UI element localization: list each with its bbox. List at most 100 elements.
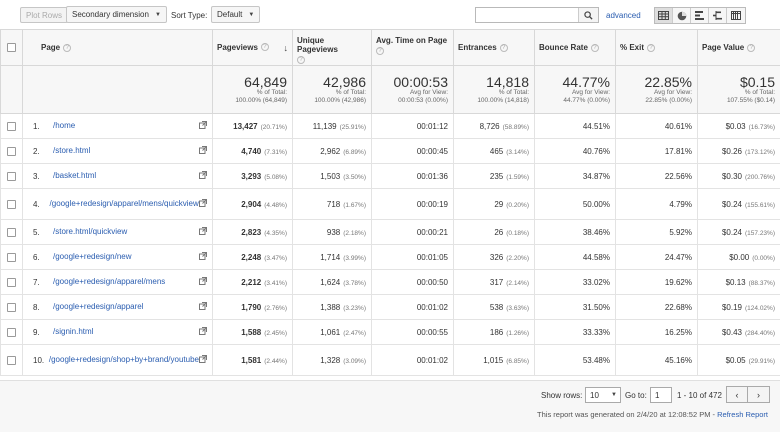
bounce-rate-value: 34.87% — [582, 171, 610, 181]
page-cell: 5. /store.html/quickview — [22, 219, 213, 245]
unique-pageviews-value: 1,624 — [320, 277, 341, 287]
exit-cell: 16.25% — [615, 319, 698, 345]
column-header-bounce-rate[interactable]: Bounce Rate? — [534, 29, 616, 66]
external-link-icon[interactable] — [199, 199, 207, 209]
next-page-button[interactable]: › — [748, 386, 770, 403]
advanced-filter-link[interactable]: advanced — [606, 11, 641, 20]
plot-rows-button[interactable]: Plot Rows — [20, 7, 69, 23]
page-value-percent: (173.12%) — [745, 148, 775, 156]
entrances-value: 326 — [489, 252, 504, 262]
unique-pageviews-value: 11,139 — [312, 121, 337, 131]
external-link-icon[interactable] — [197, 327, 207, 337]
row-checkbox[interactable] — [7, 171, 16, 181]
page-link[interactable]: /store.html/quickview — [53, 227, 197, 237]
page-value-value: $0.30 — [721, 171, 742, 181]
search-button[interactable] — [578, 8, 598, 22]
header-label: Unique Pageviews — [297, 36, 338, 54]
column-header-exit[interactable]: % Exit? — [615, 29, 698, 66]
page-link[interactable]: /store.html — [53, 146, 197, 156]
total-bounce-rate-cell: 44.77% Avg for View: 44.77% (0.00%) — [534, 65, 616, 114]
search-input[interactable] — [476, 8, 576, 22]
row-checkbox[interactable] — [7, 146, 16, 156]
external-link-icon[interactable] — [197, 227, 207, 237]
exit-cell: 40.61% — [615, 113, 698, 139]
total-caption: 100.00% (64,849) — [235, 96, 287, 104]
sort-type-dropdown[interactable]: Default ▼ — [211, 6, 261, 23]
page-link[interactable]: /basket.html — [53, 171, 197, 181]
goto-value: 1 — [655, 391, 660, 400]
goto-input[interactable]: 1 — [650, 387, 672, 403]
column-header-pageviews[interactable]: Pageviews? ↓ — [212, 29, 293, 66]
header-label: % Exit — [620, 43, 645, 52]
page-link[interactable]: /signin.html — [53, 327, 197, 337]
comparison-icon[interactable] — [709, 8, 727, 23]
page-link[interactable]: /google+redesign/new — [53, 252, 197, 262]
pageviews-cell: 1,790 (2.76%) — [212, 294, 293, 320]
unique-pageviews-percent: (1.67%) — [343, 201, 366, 209]
page-value-cell: $0.30 (200.76%) — [697, 163, 780, 189]
bounce-rate-value: 40.76% — [582, 146, 610, 156]
external-link-icon[interactable] — [197, 146, 207, 156]
unique-pageviews-cell: 2,962 (6.89%) — [292, 138, 372, 164]
help-icon[interactable]: ? — [647, 43, 656, 52]
row-checkbox[interactable] — [7, 327, 16, 337]
help-icon[interactable]: ? — [376, 47, 384, 55]
column-header-page[interactable]: Page? — [22, 29, 213, 66]
row-checkbox[interactable] — [7, 227, 16, 237]
page-link[interactable]: /google+redesign/apparel — [53, 302, 197, 312]
page-link[interactable]: /home — [53, 121, 197, 131]
chevron-down-icon: ▼ — [154, 11, 161, 18]
help-icon[interactable]: ? — [747, 43, 756, 52]
entrances-cell: 26 (0.18%) — [453, 219, 535, 245]
bounce-rate-value: 44.58% — [582, 252, 610, 262]
row-checkbox[interactable] — [7, 355, 16, 365]
page-link[interactable]: /google+redesign/apparel/mens/quickview — [50, 199, 199, 209]
help-icon[interactable]: ? — [63, 43, 72, 52]
help-icon[interactable]: ? — [260, 43, 269, 52]
external-link-icon[interactable] — [197, 121, 207, 131]
table-row: 1./home 13,427 (20.71%) 11,139 (25.91%) 00:01… — [0, 113, 780, 139]
help-icon[interactable]: ? — [590, 43, 599, 52]
row-checkbox[interactable] — [7, 121, 16, 131]
external-link-icon[interactable] — [197, 171, 207, 181]
avg-time-cell: 00:00:19 — [371, 188, 454, 220]
row-checkbox[interactable] — [7, 302, 16, 312]
row-checkbox[interactable] — [7, 199, 16, 209]
external-link-icon[interactable] — [197, 277, 207, 287]
entrances-value: 26 — [494, 227, 504, 237]
external-link-icon[interactable] — [197, 252, 207, 262]
page-value-cell: $0.13 (88.37%) — [697, 269, 780, 295]
help-icon[interactable]: ? — [297, 56, 305, 64]
column-header-unique-pageviews[interactable]: Unique Pageviews? — [292, 29, 372, 66]
external-link-icon[interactable] — [199, 355, 207, 365]
external-link-icon[interactable] — [197, 302, 207, 312]
entrances-cell: 326 (2.20%) — [453, 244, 535, 270]
entrances-cell: 29 (0.20%) — [453, 188, 535, 220]
page-cell: 2. /store.html — [22, 138, 213, 164]
pie-chart-icon[interactable] — [673, 8, 691, 23]
secondary-dimension-dropdown[interactable]: Secondary dimension ▼ — [66, 6, 167, 23]
help-icon[interactable]: ? — [499, 43, 508, 52]
show-rows-select[interactable]: 10 ▼ — [585, 387, 621, 403]
column-header-page-value[interactable]: Page Value? — [697, 29, 780, 66]
entrances-percent: (58.89%) — [502, 123, 529, 131]
column-header-entrances[interactable]: Entrances? — [453, 29, 535, 66]
pivot-icon[interactable] — [727, 8, 745, 23]
pageviews-cell: 2,823 (4.35%) — [212, 219, 293, 245]
select-all-checkbox[interactable] — [7, 43, 16, 53]
table-row: 4. /google+redesign/apparel/mens/quickvie… — [0, 188, 780, 220]
unique-pageviews-value: 1,388 — [320, 302, 341, 312]
column-header-avg-time[interactable]: Avg. Time on Page? — [371, 29, 454, 66]
row-checkbox[interactable] — [7, 277, 16, 287]
previous-page-button[interactable]: ‹ — [726, 386, 748, 403]
page-link[interactable]: /google+redesign/apparel/mens — [53, 277, 197, 287]
data-table-icon[interactable] — [655, 8, 673, 23]
refresh-report-link[interactable]: Refresh Report — [717, 410, 768, 419]
row-number: 8. — [33, 302, 40, 312]
exit-cell: 45.16% — [615, 344, 698, 376]
pageviews-value: 1,581 — [241, 355, 262, 365]
performance-icon[interactable] — [691, 8, 709, 23]
row-checkbox[interactable] — [7, 252, 16, 262]
unique-pageviews-cell: 11,139 (25.91%) — [292, 113, 372, 139]
page-link[interactable]: /google+redesign/shop+by+brand/youtube — [49, 355, 199, 365]
